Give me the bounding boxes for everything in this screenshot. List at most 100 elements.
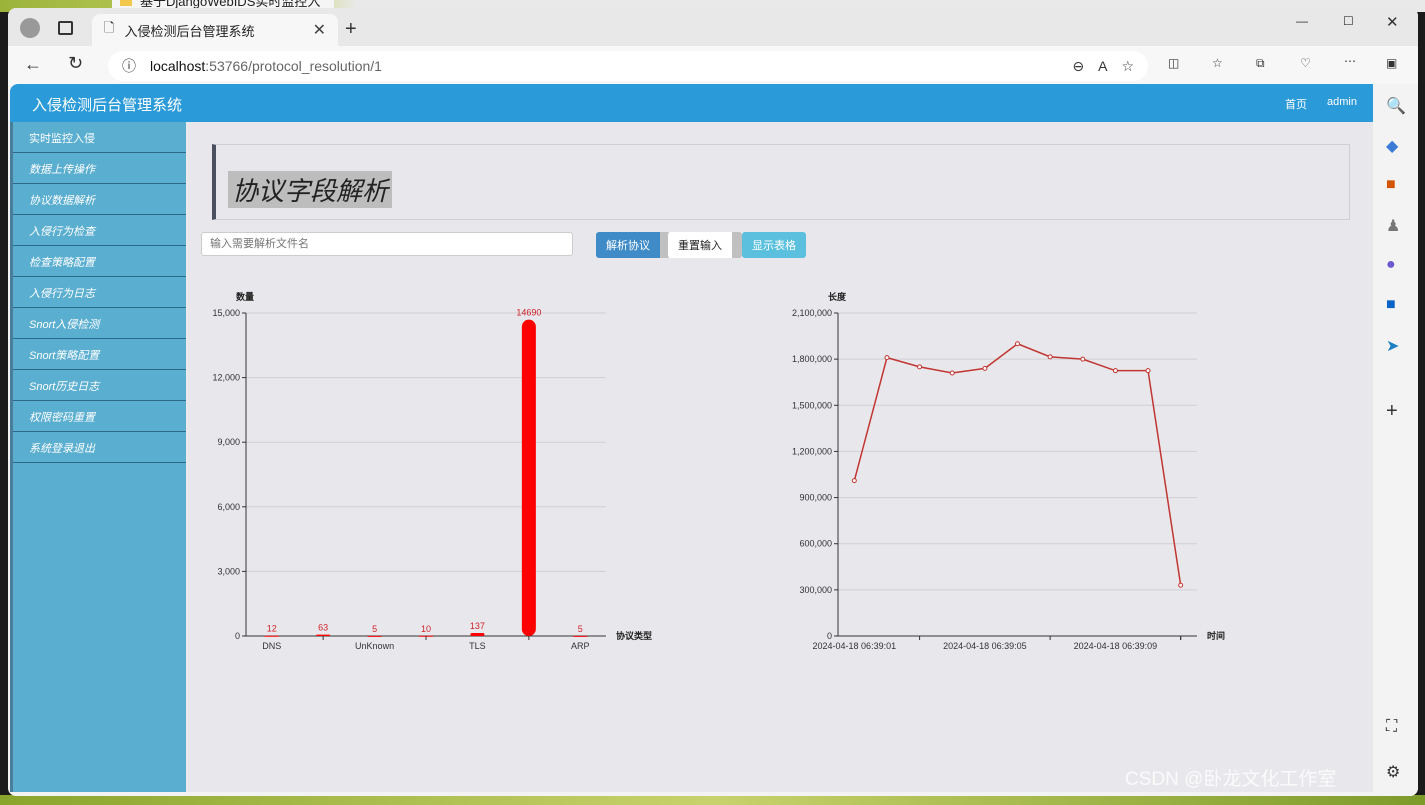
sidebar-item-data-upload[interactable]: 数据上传操作 xyxy=(13,153,186,184)
y-axis-title: 数量 xyxy=(236,291,254,302)
edge-sidebar: 🔍 ◆ ■ ♟ ● ■ ➤ + ⛶ ⚙ xyxy=(1374,84,1418,796)
page-icon: 🗋 xyxy=(104,20,115,35)
sidebar-item-realtime-monitor[interactable]: 实时监控入侵 xyxy=(13,122,186,153)
copilot-icon[interactable]: ● xyxy=(1386,256,1396,274)
desktop-background-bottom xyxy=(0,795,1425,805)
refresh-icon[interactable]: ↻ xyxy=(68,53,83,74)
series-line xyxy=(853,342,1182,586)
more-icon[interactable]: ⋯ xyxy=(1344,54,1356,68)
y-tick-label: 900,000 xyxy=(799,493,832,503)
favorites-icon[interactable]: ☆ xyxy=(1212,56,1223,70)
zoom-out-icon[interactable]: ⊖ xyxy=(1072,58,1084,75)
y-tick-label: 0 xyxy=(235,631,240,641)
toolbox-icon[interactable]: ■ xyxy=(1386,176,1396,194)
sidebar-item-logout[interactable]: 系统登录退出 xyxy=(13,432,186,463)
tab-active[interactable]: 🗋 入侵检测后台管理系统 ✕ xyxy=(92,14,338,46)
x-axis-title: 协议类型 xyxy=(616,630,652,641)
sidebar-toggle-icon[interactable]: ▣ xyxy=(1386,56,1397,70)
sidebar-item-check-policy[interactable]: 检查策略配置 xyxy=(13,246,186,277)
page-title: 协议字段解析 xyxy=(228,171,393,208)
x-axis-title: 时间 xyxy=(1207,630,1225,641)
bar xyxy=(521,319,536,636)
tab-actions-icon[interactable] xyxy=(58,21,73,35)
bar-value-label: 63 xyxy=(318,623,328,633)
y-tick-label: 1,800,000 xyxy=(792,354,832,364)
minimize-icon[interactable]: — xyxy=(1296,14,1308,28)
settings-gear-icon[interactable]: ⚙ xyxy=(1386,762,1400,782)
y-tick-label: 15,000 xyxy=(212,308,240,318)
navbar: 入侵检测后台管理系统 首页 admin xyxy=(10,84,1373,122)
telegram-icon[interactable]: ➤ xyxy=(1386,336,1399,356)
bar xyxy=(264,635,279,637)
x-tick-label: UnKnown xyxy=(355,641,394,651)
new-tab-icon[interactable]: + xyxy=(345,18,357,41)
watermark: CSDN @卧龙文化工作室 xyxy=(1125,769,1337,790)
bar xyxy=(470,633,485,636)
data-point xyxy=(949,370,955,376)
info-icon[interactable]: ⓘ xyxy=(122,56,136,76)
games-icon[interactable]: ♟ xyxy=(1386,216,1400,236)
performance-icon[interactable]: ♡ xyxy=(1300,56,1311,70)
bar xyxy=(316,634,331,636)
address-bar-row: ← ↻ ⓘ localhost:53766/protocol_resolutio… xyxy=(8,46,1418,86)
y-tick-label: 1,200,000 xyxy=(792,446,832,456)
x-tick-label: 2024-04-18 06:39:09 xyxy=(1074,641,1158,651)
data-point xyxy=(1178,582,1184,588)
sidebar-item-protocol-parse[interactable]: 协议数据解析 xyxy=(13,184,186,215)
sidebar-item-snort-policy[interactable]: Snort策略配置 xyxy=(13,339,186,370)
data-point xyxy=(884,355,890,361)
data-point xyxy=(1080,356,1086,362)
add-icon[interactable]: + xyxy=(1386,400,1398,423)
y-tick-label: 0 xyxy=(827,631,832,641)
y-tick-label: 9,000 xyxy=(217,437,240,447)
sidebar-item-intrusion-check[interactable]: 入侵行为检查 xyxy=(13,215,186,246)
y-tick-label: 2,100,000 xyxy=(792,308,832,318)
x-tick-label: DNS xyxy=(262,641,281,651)
data-point xyxy=(1015,341,1020,347)
favorite-star-icon[interactable]: ☆ xyxy=(1121,58,1134,75)
maximize-icon[interactable]: ☐ xyxy=(1343,14,1354,28)
tab-title: 入侵检测后台管理系统 xyxy=(124,23,255,39)
bar-value-label: 5 xyxy=(372,624,377,634)
screenshot-icon[interactable]: ⛶ xyxy=(1386,718,1397,736)
x-tick-label: 2024-04-18 06:39:01 xyxy=(813,641,897,651)
length-over-time-line-chart: 0 300,000 600,000 900,000 1,200,000 1,500,000… xyxy=(792,291,1225,651)
nav-admin-link[interactable]: admin xyxy=(1327,96,1357,112)
close-tab-icon[interactable]: ✕ xyxy=(313,20,326,40)
close-window-icon[interactable]: ✕ xyxy=(1386,13,1399,31)
bar-value-label: 14690 xyxy=(516,308,541,318)
sidebar-item-snort-detect[interactable]: Snort入侵检测 xyxy=(13,308,186,339)
folder-icon xyxy=(120,0,132,6)
y-tick-label: 600,000 xyxy=(799,539,832,549)
y-tick-label: 300,000 xyxy=(799,585,832,595)
filename-input[interactable] xyxy=(201,232,573,256)
tab-bar: 🗋 入侵检测后台管理系统 ✕ + — ☐ ✕ xyxy=(8,8,1418,46)
profile-icon[interactable] xyxy=(20,18,40,38)
url-host: localhost xyxy=(150,58,206,74)
y-tick-label: 3,000 xyxy=(217,566,240,576)
bar-value-label: 137 xyxy=(470,621,485,631)
search-icon[interactable]: 🔍 xyxy=(1386,96,1406,116)
read-aloud-icon[interactable]: A xyxy=(1098,58,1107,74)
show-table-button[interactable]: 显示表格 xyxy=(742,232,806,258)
sidebar-item-password-reset[interactable]: 权限密码重置 xyxy=(13,401,186,432)
data-point xyxy=(917,364,923,370)
split-screen-icon[interactable]: ◫ xyxy=(1168,56,1179,70)
back-icon[interactable]: ← xyxy=(24,54,42,75)
outlook-icon[interactable]: ■ xyxy=(1386,296,1396,314)
sidebar-item-snort-history[interactable]: Snort历史日志 xyxy=(13,370,186,401)
nav-home-link[interactable]: 首页 xyxy=(1285,96,1307,112)
x-tick-label: TLS xyxy=(469,641,486,651)
url-field[interactable]: ⓘ localhost:53766/protocol_resolution/1 … xyxy=(108,51,1148,81)
bar xyxy=(367,635,382,637)
x-tick-label: 2024-04-18 06:39:05 xyxy=(943,641,1027,651)
reset-input-button[interactable]: 重置输入 xyxy=(668,232,742,258)
y-tick-label: 1,500,000 xyxy=(792,400,832,410)
collections-icon[interactable]: ⧉ xyxy=(1256,56,1265,71)
bar xyxy=(573,635,588,637)
brand[interactable]: 入侵检测后台管理系统 xyxy=(32,94,182,115)
sidebar-item-intrusion-log[interactable]: 入侵行为日志 xyxy=(13,277,186,308)
parse-protocol-button[interactable]: 解析协议 xyxy=(596,232,670,258)
tag-icon[interactable]: ◆ xyxy=(1386,136,1398,156)
bar-value-label: 12 xyxy=(267,624,277,634)
